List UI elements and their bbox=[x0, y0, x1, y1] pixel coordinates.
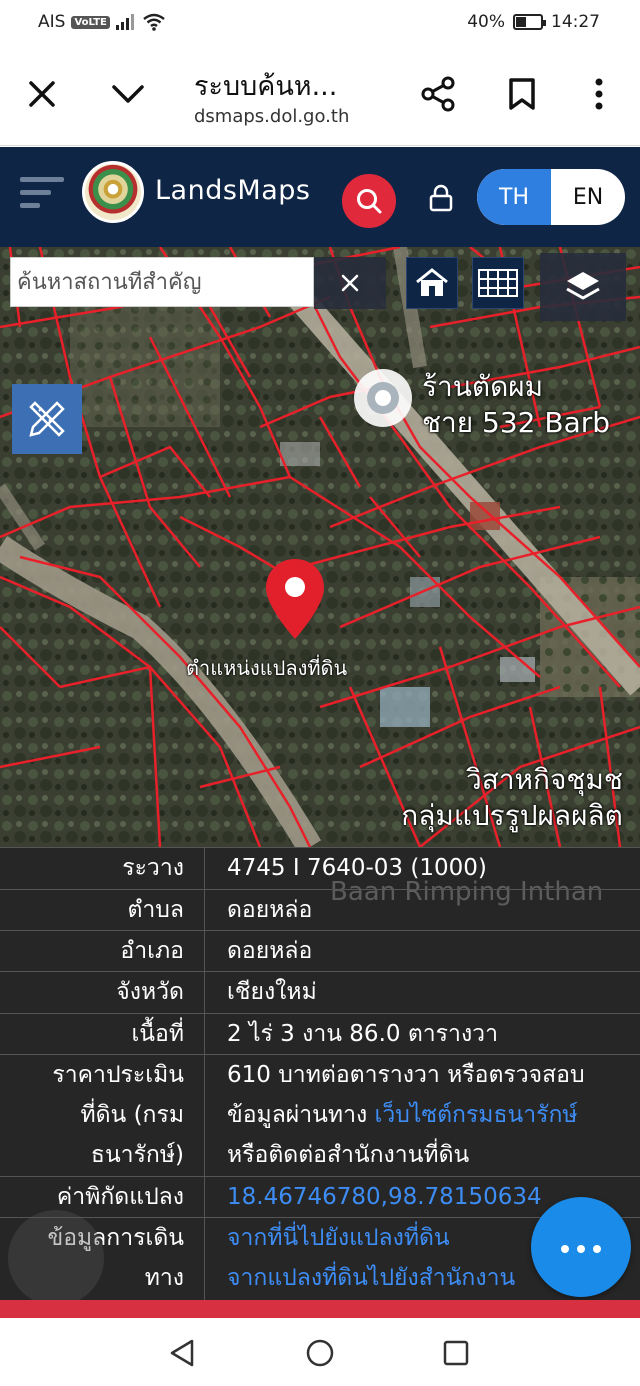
recents-icon[interactable] bbox=[439, 1336, 473, 1370]
close-icon[interactable] bbox=[20, 72, 64, 116]
faded-map-control bbox=[8, 1210, 104, 1306]
lock-icon bbox=[429, 184, 453, 212]
chevron-down-icon[interactable] bbox=[106, 72, 150, 116]
volte-badge: VoLTE bbox=[71, 15, 110, 29]
price-value: 610 บาทต่อตารางวา หรือตรวจสอบ ข้อมูลผ่าน… bbox=[205, 1055, 640, 1176]
wifi-icon bbox=[143, 13, 165, 31]
measure-draw-button[interactable] bbox=[12, 384, 82, 454]
place-search-field[interactable] bbox=[10, 257, 314, 307]
price-key-line1: ราคาประเมิน bbox=[52, 1062, 184, 1088]
more-horizontal-icon bbox=[557, 1238, 605, 1257]
parcel-location-pin[interactable] bbox=[263, 557, 327, 645]
signal-icon bbox=[115, 14, 134, 30]
info-key: ระวาง bbox=[0, 848, 205, 889]
status-right: 40% 14:27 bbox=[467, 12, 600, 32]
page-title: ระบบค้นห... bbox=[194, 71, 338, 102]
price-line2-prefix: ข้อมูลผ่านทาง bbox=[227, 1102, 368, 1128]
search-button[interactable] bbox=[342, 174, 396, 228]
home-button[interactable] bbox=[406, 257, 458, 309]
language-toggle: TH EN bbox=[477, 169, 625, 225]
battery-fill bbox=[516, 17, 527, 27]
carrier-label: AIS bbox=[38, 12, 66, 32]
bookmark-icon[interactable] bbox=[500, 72, 544, 116]
place-search-input[interactable] bbox=[17, 269, 313, 295]
price-key: ราคาประเมิน ที่ดิน (กรม ธนารักษ์) bbox=[0, 1055, 205, 1176]
coords-key: ค่าพิกัดแปลง bbox=[0, 1177, 205, 1217]
status-bar: AIS VoLTE 40% 14:27 bbox=[0, 0, 640, 46]
system-nav-bar bbox=[0, 1318, 640, 1386]
browser-toolbar: ระบบค้นห... dsmaps.dol.go.th bbox=[0, 46, 640, 146]
map-view[interactable]: ร้านตัดผม ชาย 532 Barb ตำแหน่งแปลงที่ดิน… bbox=[0, 247, 640, 847]
layers-button[interactable] bbox=[540, 253, 626, 321]
info-row: เนื้อที่ 2 ไร่ 3 งาน 86.0 ตารางวา bbox=[0, 1013, 640, 1054]
battery-icon bbox=[513, 14, 546, 30]
poi2-label: วิสาหกิจชุมช กลุ่มแปรรูปผลผลิต bbox=[378, 762, 623, 834]
ruler-pencil-icon bbox=[29, 401, 65, 437]
poi2-label-line2: กลุ่มแปรรูปผลผลิต bbox=[401, 799, 623, 832]
poi-marker[interactable] bbox=[352, 367, 414, 433]
info-row: ระวาง 4745 I 7640-03 (1000) bbox=[0, 847, 640, 889]
clear-search-button[interactable] bbox=[314, 257, 386, 309]
bottom-banner-strip bbox=[0, 1300, 640, 1318]
price-line3: หรือติดต่อสำนักงานที่ดิน bbox=[227, 1142, 470, 1168]
page-url[interactable]: dsmaps.dol.go.th bbox=[194, 106, 349, 127]
layers-icon bbox=[566, 272, 600, 300]
lang-en-button[interactable]: EN bbox=[551, 169, 625, 225]
info-value: 2 ไร่ 3 งาน 86.0 ตารางวา bbox=[227, 1021, 499, 1047]
battery-percent: 40% bbox=[467, 12, 505, 32]
login-button[interactable] bbox=[424, 180, 458, 216]
search-icon bbox=[357, 189, 382, 214]
back-icon[interactable] bbox=[165, 1336, 199, 1370]
info-key: ตำบล bbox=[0, 890, 205, 930]
price-line1: 610 บาทต่อตารางวา หรือตรวจสอบ bbox=[227, 1062, 585, 1088]
info-value: 4745 I 7640-03 (1000) bbox=[227, 855, 487, 881]
more-vertical-icon[interactable] bbox=[577, 72, 621, 116]
info-value: ดอยหล่อ bbox=[227, 938, 313, 964]
lang-th-button[interactable]: TH bbox=[477, 169, 551, 225]
price-key-line2: ที่ดิน (กรม bbox=[80, 1102, 184, 1128]
price-row: ราคาประเมิน ที่ดิน (กรม ธนารักษ์) 610 บา… bbox=[0, 1054, 640, 1176]
poi-circle-icon bbox=[354, 369, 412, 427]
clock: 14:27 bbox=[551, 12, 600, 32]
dol-logo bbox=[82, 161, 144, 223]
menu-icon[interactable] bbox=[20, 177, 64, 213]
map-pin-icon bbox=[266, 559, 324, 639]
grid-icon bbox=[478, 269, 518, 297]
poi-label-line2: ชาย 532 Barb bbox=[422, 406, 611, 439]
price-key-line3: ธนารักษ์) bbox=[90, 1142, 184, 1168]
coords-row: ค่าพิกัดแปลง 18.46746780,98.78150634 bbox=[0, 1176, 640, 1217]
more-options-fab[interactable] bbox=[531, 1197, 631, 1297]
status-left: AIS VoLTE bbox=[38, 12, 166, 32]
brand-name: LandsMaps bbox=[155, 175, 311, 206]
poi2-label-line1: วิสาหกิจชุมช bbox=[466, 763, 623, 796]
pin-label: ตำแหน่งแปลงที่ดิน bbox=[186, 656, 348, 680]
price-line2: ข้อมูลผ่านทาง เว็บไซต์กรมธนารักษ์ bbox=[227, 1095, 640, 1135]
info-key: เนื้อที่ bbox=[0, 1014, 205, 1054]
info-value: ดอยหล่อ bbox=[227, 897, 313, 923]
info-row: จังหวัด เชียงใหม่ bbox=[0, 971, 640, 1013]
info-key: อำเภอ bbox=[0, 931, 205, 971]
grid-button[interactable] bbox=[472, 257, 524, 309]
poi-label-line1: ร้านตัดผม bbox=[422, 370, 544, 403]
info-value: เชียงใหม่ bbox=[227, 979, 317, 1005]
satellite-map[interactable] bbox=[0, 247, 640, 847]
poi-label: ร้านตัดผม ชาย 532 Barb bbox=[422, 369, 610, 441]
info-row: อำเภอ ดอยหล่อ bbox=[0, 930, 640, 971]
treasury-website-link[interactable]: เว็บไซต์กรมธนารักษ์ bbox=[375, 1102, 578, 1128]
home-icon bbox=[416, 268, 448, 296]
home-nav-icon[interactable] bbox=[303, 1336, 337, 1370]
share-icon[interactable] bbox=[416, 72, 460, 116]
app-header: LandsMaps TH EN bbox=[0, 147, 640, 247]
info-key: จังหวัด bbox=[0, 972, 205, 1013]
info-row: ตำบล ดอยหล่อ bbox=[0, 889, 640, 930]
close-icon bbox=[341, 274, 359, 292]
